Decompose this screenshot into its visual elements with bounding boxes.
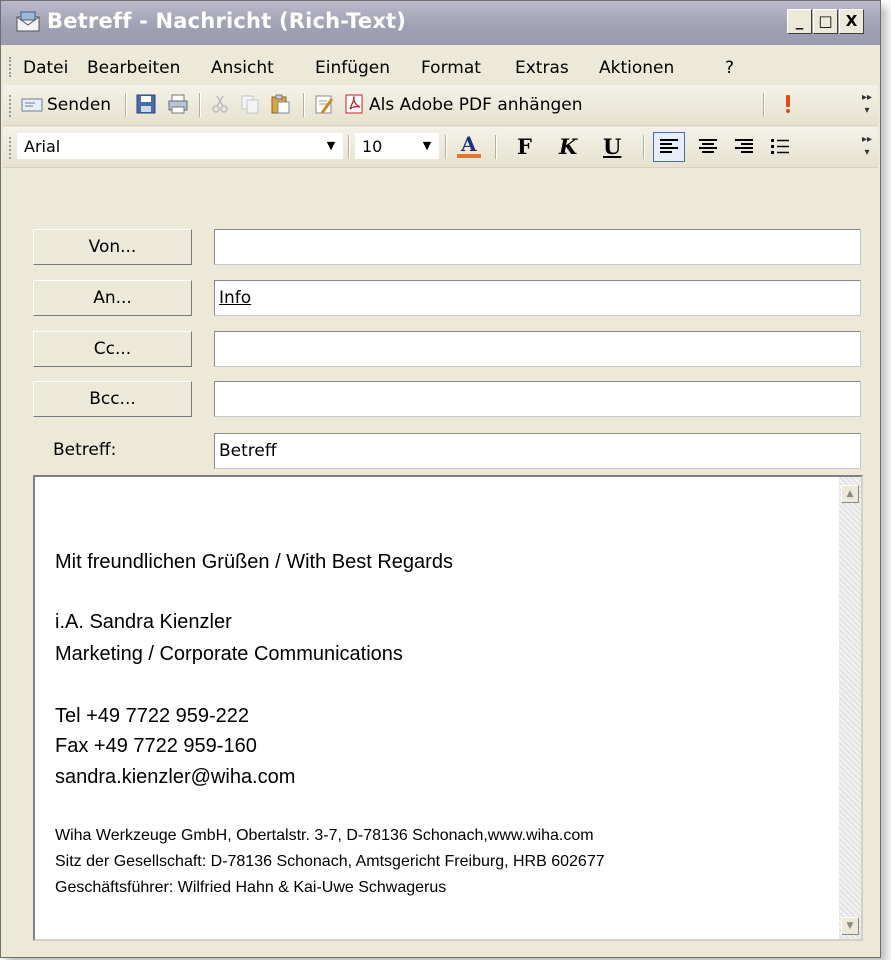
signature-name: i.A. Sandra Kienzler [55,611,232,633]
chevron-down-icon[interactable]: ▼ [418,136,436,156]
message-window: Betreff - Nachricht (Rich-Text) _ □ X Da… [0,0,881,958]
send-icon[interactable] [21,93,43,115]
from-button[interactable]: Von... [33,229,192,265]
bold-button[interactable]: F [517,134,532,159]
cut-icon[interactable] [209,93,231,115]
attach-icon[interactable] [313,93,335,115]
signature-tel: Tel +49 7722 959-222 [55,705,250,727]
bullet-list-icon[interactable] [769,135,791,157]
separator [199,93,201,117]
size-select[interactable]: 10 ▼ [355,133,439,159]
font-value: Arial [24,137,61,156]
send-button[interactable]: Senden [47,95,111,115]
attach-pdf-button[interactable]: Als Adobe PDF anhängen [369,95,583,115]
align-right-icon[interactable] [733,135,755,157]
subject-field[interactable]: Betreff [214,433,861,469]
size-value: 10 [362,137,383,156]
separator [643,135,645,159]
from-field[interactable] [214,229,861,265]
signature-greeting: Mit freundlichen Grüßen / With Best Rega… [55,551,453,573]
to-recipient[interactable]: Info [219,288,251,308]
separator [303,93,305,117]
title-bar[interactable]: Betreff - Nachricht (Rich-Text) _ □ X [1,1,880,45]
window-title: Betreff - Nachricht (Rich-Text) [47,9,407,33]
signature-email: sandra.kienzler@wiha.com [55,766,296,788]
menu-bearbeiten[interactable]: Bearbeiten [87,58,180,78]
scroll-down-icon[interactable]: ▼ [841,917,859,935]
copy-icon[interactable] [239,93,261,115]
menu-einfuegen[interactable]: Einfügen [315,58,390,78]
font-color-icon[interactable]: A [455,132,483,160]
toolbar-overflow-icon[interactable]: ▸▸ ▾ [860,91,874,119]
cc-button[interactable]: Cc... [33,331,192,367]
maximize-button[interactable]: □ [813,9,838,34]
menu-aktionen[interactable]: Aktionen [599,58,674,78]
signature-management: Geschäftsführer: Wilfried Hahn & Kai-Uwe… [55,879,447,896]
menu-ansicht[interactable]: Ansicht [211,58,274,78]
separator [445,135,447,159]
italic-button[interactable]: K [559,134,577,159]
align-left-icon[interactable] [653,132,685,162]
importance-icon[interactable] [777,93,799,115]
print-icon[interactable] [167,93,189,115]
menu-bar: Datei Bearbeiten Ansicht Einfügen Format… [3,47,878,85]
bcc-button[interactable]: Bcc... [33,381,192,417]
minimize-button[interactable]: _ [787,9,812,34]
to-button[interactable]: An... [33,280,192,316]
paste-icon[interactable] [269,93,291,115]
toolbar-grip[interactable] [9,95,15,117]
separator [763,93,765,117]
separator [125,93,127,117]
chevron-down-icon[interactable]: ▼ [322,136,340,156]
toolbar-overflow-icon[interactable]: ▸▸ ▾ [860,133,874,161]
svg-text:A: A [460,132,477,156]
align-center-icon[interactable] [697,135,719,157]
menu-format[interactable]: Format [421,58,481,78]
menu-datei[interactable]: Datei [23,58,68,78]
signature-department: Marketing / Corporate Communications [55,643,403,665]
standard-toolbar: Senden Als Adobe PDF anhängen ▸▸ ▾ [3,85,878,126]
signature-fax: Fax +49 7722 959-160 [55,735,257,757]
toolbar-grip[interactable] [9,137,15,159]
separator [348,135,350,159]
bcc-field[interactable] [214,381,861,417]
font-select[interactable]: Arial ▼ [17,133,343,159]
subject-label: Betreff: [53,440,117,460]
vertical-scrollbar[interactable]: ▲ ▼ [839,477,861,939]
signature-company: Wiha Werkzeuge GmbH, Obertalstr. 3-7, D-… [55,827,594,844]
to-field[interactable]: Info [214,280,861,316]
scroll-up-icon[interactable]: ▲ [841,485,859,503]
underline-button[interactable]: U [603,134,621,159]
close-button[interactable]: X [839,9,864,34]
cc-field[interactable] [214,331,861,367]
menu-grip[interactable] [9,57,15,77]
message-body[interactable]: Mit freundlichen Grüßen / With Best Rega… [33,475,863,941]
save-icon[interactable] [135,93,157,115]
separator [495,135,497,159]
pdf-icon[interactable] [343,93,365,115]
menu-extras[interactable]: Extras [515,58,569,78]
signature-registry: Sitz der Gesellschaft: D-78136 Schonach,… [55,853,605,870]
message-icon [16,11,40,32]
formatting-toolbar: Arial ▼ 10 ▼ A F K U ▸▸ ▾ [3,127,878,168]
menu-help[interactable]: ? [725,58,734,78]
